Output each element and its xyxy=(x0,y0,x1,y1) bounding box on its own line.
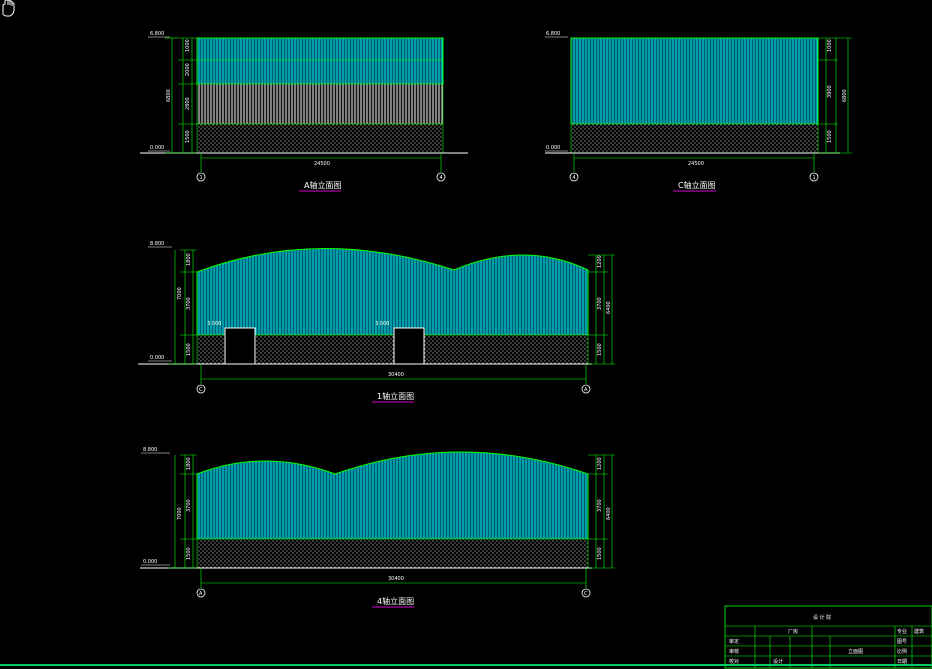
door-level-1: 3.000 xyxy=(207,321,221,327)
axis-a-right: 4 xyxy=(440,175,443,181)
level-4-bottom: 0.000 xyxy=(143,559,157,565)
hand-cursor-icon xyxy=(2,0,15,17)
span-4: 30400 xyxy=(388,576,404,582)
dim-c-2: 3900 xyxy=(827,85,833,98)
elevation-c[interactable]: 1000 3900 1500 6800 6.800 0.000 24500 4 … xyxy=(545,31,852,192)
elevation-1-title: 1轴立面图 xyxy=(377,391,414,401)
dim-1-l2: 3700 xyxy=(186,297,192,310)
level-c-bottom: 0.000 xyxy=(546,145,560,151)
level-1-bottom: 0.000 xyxy=(150,355,164,361)
elevation-4[interactable]: 1800 3700 1500 7000 1200 3700 1500 6400 … xyxy=(140,447,615,608)
axis-4-right: C xyxy=(584,591,588,597)
title-block-project: 厂房 xyxy=(788,628,798,635)
span-a: 24500 xyxy=(314,161,330,167)
title-cell-3: 图号 xyxy=(897,639,907,645)
dim-1-r2: 3700 xyxy=(597,297,603,310)
dim-1-l1: 1800 xyxy=(186,253,192,266)
title-block-heading: 设 计 院 xyxy=(813,614,831,621)
elevation-4-title: 4轴立面图 xyxy=(377,596,414,606)
level-a-top: 6.800 xyxy=(150,31,164,37)
dim-c-1: 1000 xyxy=(827,39,833,52)
dim-4-l1: 1800 xyxy=(186,457,192,470)
title-cell-1: 专业 xyxy=(897,628,907,635)
dim-c-total: 6800 xyxy=(842,89,848,102)
axis-1-right: A xyxy=(584,387,588,393)
level-1-top: 8.800 xyxy=(150,241,164,247)
title-block[interactable]: 设 计 院 厂房 立面图 审定 审核 校对 设计 专业 建筑 图号 比例 日期 xyxy=(724,605,932,669)
dim-4-rtotal: 6400 xyxy=(606,507,612,520)
title-row-2: 审核 xyxy=(729,648,739,655)
command-line-border xyxy=(0,664,932,666)
axis-c-left: 4 xyxy=(573,175,576,181)
span-c: 24500 xyxy=(688,161,704,167)
dim-a-total: 6800 xyxy=(166,89,172,102)
elevation-a-title: A轴立面图 xyxy=(304,180,341,190)
level-c-top: 6.800 xyxy=(546,31,560,37)
dim-4-l2: 3700 xyxy=(186,499,192,512)
dim-c-3: 1500 xyxy=(827,130,833,143)
dim-a-4: 1500 xyxy=(185,130,191,143)
elevation-a[interactable]: 1000 2000 2800 1500 6800 6.800 0.000 245… xyxy=(140,31,468,192)
dim-4-r2: 3700 xyxy=(597,499,603,512)
title-row-1: 审定 xyxy=(729,638,739,645)
span-1: 30400 xyxy=(388,372,404,378)
dim-1-rtotal: 6400 xyxy=(606,301,612,314)
dim-1-r3: 1500 xyxy=(597,343,603,356)
cad-drawing-canvas[interactable]: 1000 2000 2800 1500 6800 6.800 0.000 245… xyxy=(0,0,932,669)
dim-4-r1: 1200 xyxy=(597,457,603,470)
dim-1-l3: 1500 xyxy=(186,343,192,356)
dim-a-2: 2000 xyxy=(185,63,191,76)
axis-c-right: 1 xyxy=(813,175,816,181)
door-level-2: 3.000 xyxy=(375,321,389,327)
title-block-drawing: 立面图 xyxy=(848,648,863,655)
dim-4-r3: 1500 xyxy=(597,547,603,560)
level-4-top: 8.800 xyxy=(143,447,157,453)
level-a-bottom: 0.000 xyxy=(150,145,164,151)
title-cell-2: 建筑 xyxy=(914,628,924,635)
dim-1-ltotal: 7000 xyxy=(177,287,183,300)
axis-1-left: C xyxy=(199,387,203,393)
dim-4-l3: 1500 xyxy=(186,547,192,560)
dim-a-3: 2800 xyxy=(185,97,191,110)
title-cell-4: 比例 xyxy=(897,648,907,655)
elevation-1[interactable]: 3.000 3.000 1800 3700 1500 7000 1200 370… xyxy=(138,241,615,403)
axis-4-left: A xyxy=(199,591,203,597)
axis-a-left: 1 xyxy=(200,175,203,181)
dim-a-1: 1000 xyxy=(185,39,191,52)
elevation-c-title: C轴立面图 xyxy=(678,180,716,190)
dim-4-ltotal: 7000 xyxy=(177,507,183,520)
dim-1-r1: 1200 xyxy=(597,255,603,268)
